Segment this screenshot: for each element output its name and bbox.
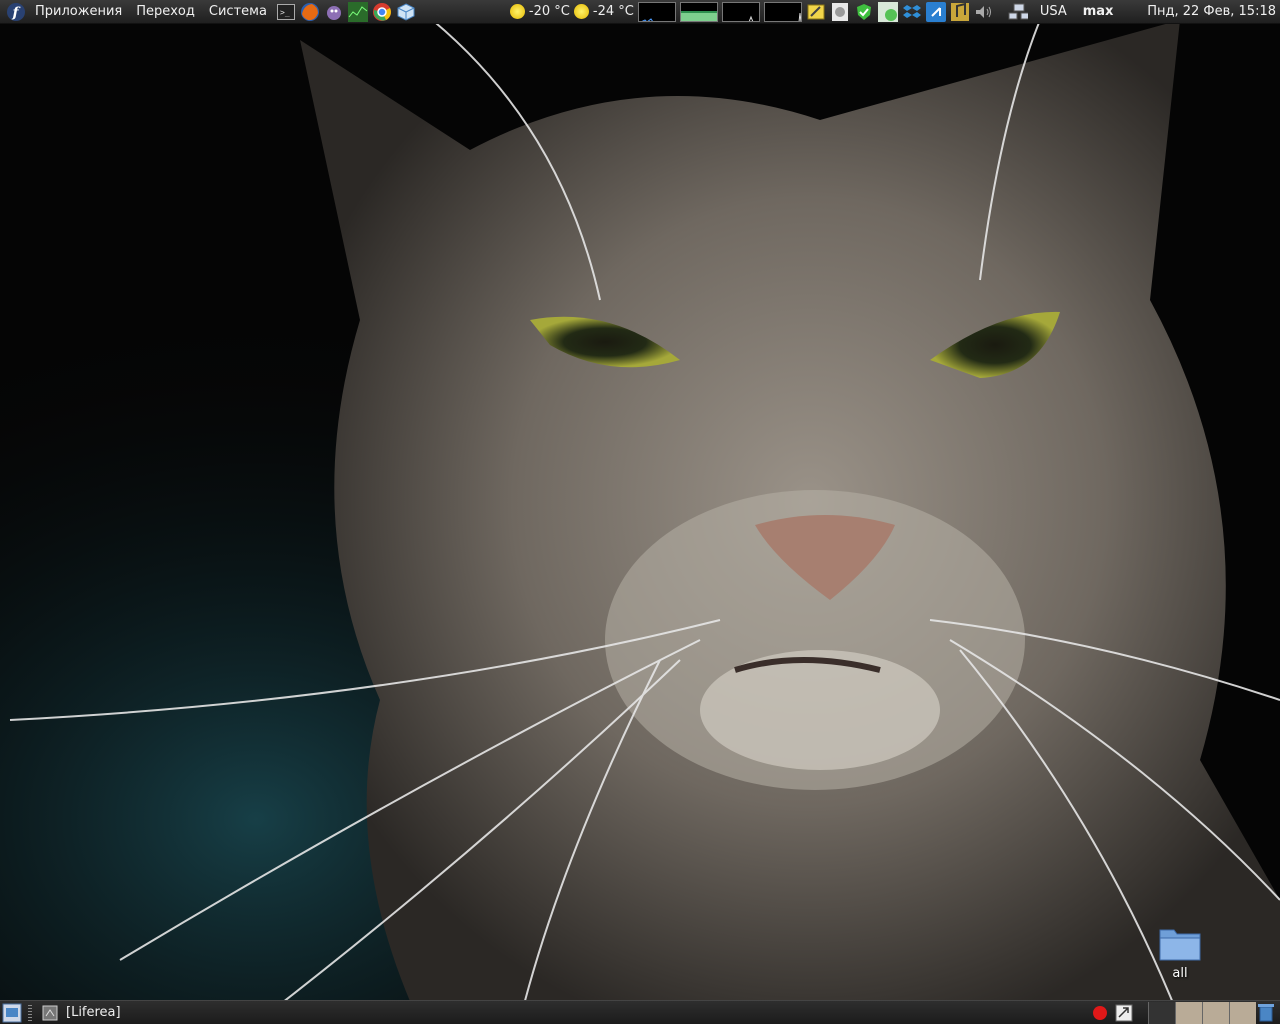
network-load-graph[interactable] [721, 1, 760, 22]
workspace-3[interactable] [1202, 1002, 1229, 1024]
update-ok-icon[interactable] [854, 2, 874, 22]
firefox-icon[interactable] [300, 2, 320, 22]
keyboard-layout-indicator[interactable]: USA [1040, 4, 1067, 19]
virtualbox-icon[interactable] [396, 2, 416, 22]
workspace-1[interactable] [1148, 1002, 1175, 1024]
bottom-tray [1088, 1003, 1136, 1023]
taskbar-item-label: [Liferea] [66, 1005, 121, 1020]
fedora-logo-icon[interactable]: f [6, 2, 26, 22]
volume-icon[interactable] [974, 2, 994, 22]
pidgin-icon[interactable] [324, 2, 344, 22]
cpu-load-graph[interactable] [637, 1, 676, 22]
network-icon[interactable] [1008, 2, 1028, 22]
taskbar-item-liferea[interactable]: [Liferea] [36, 1003, 127, 1023]
weather-applet-1[interactable]: -20 °C [509, 4, 570, 19]
user-switcher[interactable]: max [1083, 4, 1114, 19]
temperature: -20 °C [528, 4, 570, 19]
sun-icon [573, 4, 589, 19]
show-desktop-icon[interactable] [2, 1003, 22, 1023]
desktop-wallpaper [0, 0, 1280, 1024]
disk-load-graph[interactable] [763, 1, 802, 22]
workspace-2[interactable] [1175, 1002, 1202, 1024]
sun-icon [509, 4, 525, 19]
workspace-4[interactable] [1229, 1002, 1256, 1024]
tomboy-icon[interactable] [1114, 1003, 1134, 1023]
menu-applications[interactable]: Приложения [28, 0, 129, 24]
menu-system[interactable]: Система [202, 0, 274, 24]
gnome-system-monitor-icon[interactable] [347, 1, 368, 22]
trash-icon[interactable] [1256, 1002, 1276, 1022]
notes-icon[interactable] [806, 2, 826, 22]
chrome-icon[interactable] [372, 2, 392, 22]
panel-drag-handle[interactable] [28, 1004, 32, 1021]
svg-text:>_: >_ [280, 8, 290, 17]
workspace-switcher[interactable] [1148, 1002, 1256, 1024]
memory-load-graph[interactable] [679, 1, 718, 22]
top-panel: f Приложения Переход Система >_ -20 °C -… [0, 0, 1280, 24]
record-icon[interactable] [1090, 1003, 1110, 1023]
bluetooth-icon[interactable] [925, 1, 946, 22]
menu-places[interactable]: Переход [129, 0, 202, 24]
clock[interactable]: Пнд, 22 Фев, 15:18 [1147, 0, 1276, 24]
gpg-icon[interactable] [830, 2, 850, 22]
network-activity-icon[interactable] [877, 1, 898, 22]
temperature: -24 °C [592, 4, 634, 19]
folder-icon [1159, 929, 1201, 961]
desktop-folder-all[interactable]: all [1152, 924, 1208, 981]
bottom-panel: [Liferea] [0, 1000, 1280, 1024]
music-icon[interactable] [950, 2, 970, 22]
dropbox-icon[interactable] [902, 2, 922, 22]
liferea-icon [42, 1005, 58, 1020]
desktop-icon-label: all [1172, 966, 1188, 981]
weather-applet-2[interactable]: -24 °C [573, 4, 634, 19]
terminal-icon[interactable]: >_ [276, 2, 296, 22]
